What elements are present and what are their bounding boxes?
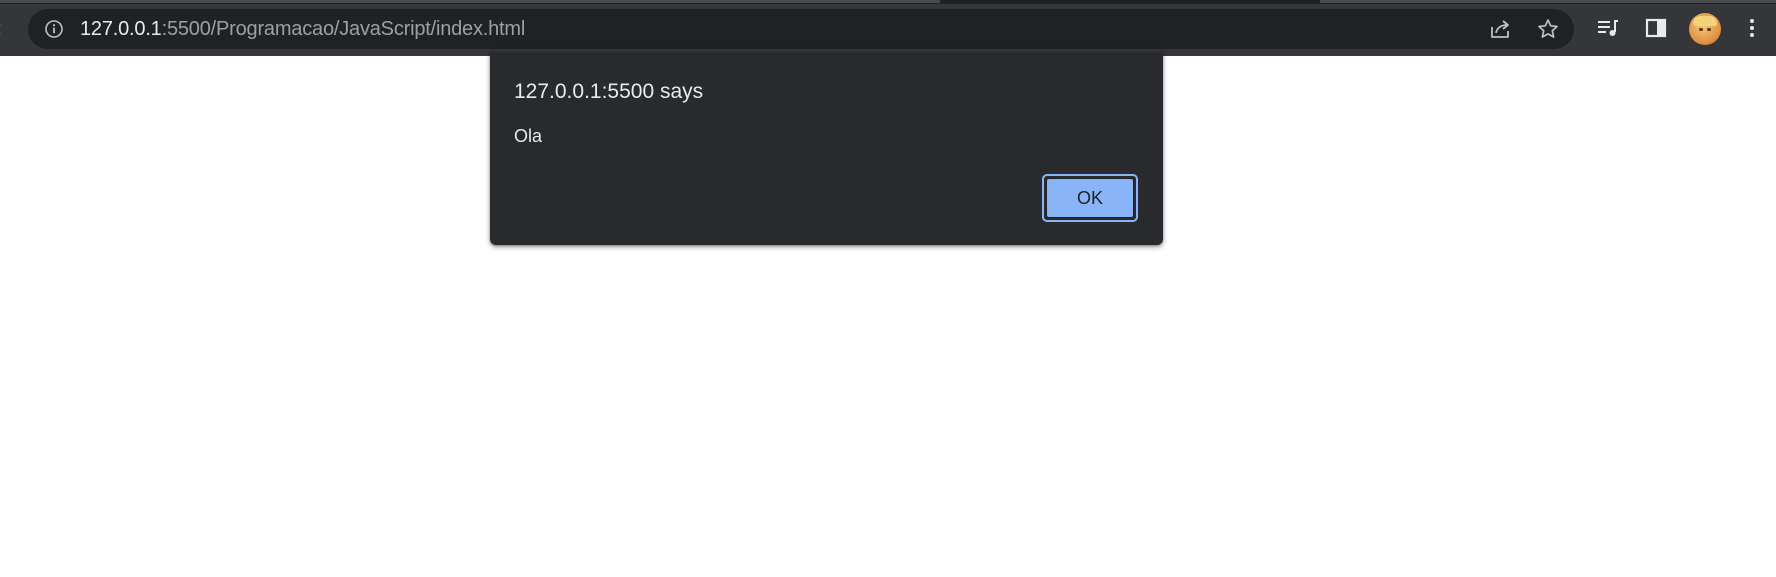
- ok-button-label: OK: [1046, 178, 1134, 218]
- more-vertical-icon[interactable]: [1740, 16, 1764, 40]
- alert-title: 127.0.0.1:5500 says: [514, 80, 704, 103]
- back-arrow-icon[interactable]: ‹: [0, 16, 12, 40]
- ok-button[interactable]: OK: [1042, 174, 1138, 222]
- url-host: 127.0.0.1: [80, 18, 162, 40]
- address-bar[interactable]: 127.0.0.1:5500/Programacao/JavaScript/in…: [28, 9, 1574, 49]
- avatar[interactable]: [1689, 13, 1721, 45]
- star-icon[interactable]: [1536, 17, 1560, 41]
- media-queue-icon[interactable]: [1596, 16, 1620, 40]
- tab-strip: [0, 0, 1776, 4]
- browser-toolbar: ‹ 127.0.0.1:5500/Programacao/JavaScript/…: [0, 0, 1776, 56]
- tab[interactable]: [1320, 0, 1776, 3]
- share-icon[interactable]: [1488, 17, 1512, 41]
- url-path: :5500/Programacao/JavaScript/index.html: [161, 18, 526, 40]
- url-text[interactable]: 127.0.0.1:5500/Programacao/JavaScript/in…: [80, 9, 525, 49]
- alert-message: Ola: [514, 126, 543, 146]
- info-icon[interactable]: [44, 19, 64, 39]
- alert-dialog: 127.0.0.1:5500 says Ola OK: [490, 52, 1163, 245]
- tab[interactable]: [0, 0, 940, 3]
- side-panel-icon[interactable]: [1644, 16, 1668, 40]
